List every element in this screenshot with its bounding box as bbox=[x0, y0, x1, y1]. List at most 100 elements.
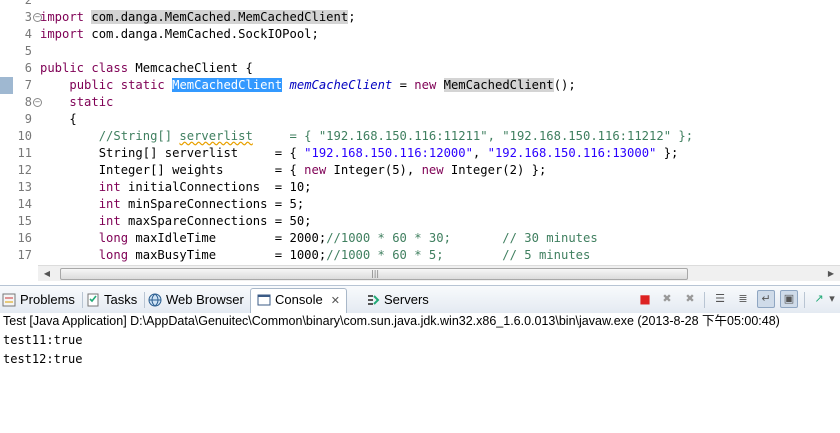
code-token: (); bbox=[553, 78, 576, 92]
remove-launch-icon[interactable]: ✖ bbox=[658, 290, 676, 308]
tab-servers[interactable]: Servers bbox=[366, 289, 429, 311]
code-line[interactable]: 8− static bbox=[0, 94, 840, 111]
code-token: long bbox=[98, 231, 129, 245]
line-number: 4 bbox=[24, 27, 32, 41]
code-token: long bbox=[98, 248, 129, 262]
console-output[interactable]: test11:true test12:true bbox=[0, 331, 840, 433]
console-title: Test [Java Application] D:\AppData\Genui… bbox=[0, 313, 840, 331]
code-token: serverlist bbox=[179, 129, 253, 143]
code-token: //String[] bbox=[98, 129, 180, 143]
line-number: 9 bbox=[24, 112, 32, 126]
tab-web-browser[interactable]: Web Browser bbox=[148, 289, 244, 311]
clear-console-icon[interactable]: ☰ bbox=[711, 290, 729, 308]
code-text: long maxIdleTime = 2000;//1000 * 60 * 30… bbox=[40, 230, 598, 247]
line-number: 5 bbox=[24, 44, 32, 58]
code-line[interactable]: 13 int initialConnections = 10; bbox=[0, 179, 840, 196]
code-token: maxSpareConnections = 50; bbox=[120, 214, 312, 228]
code-token: Integer[] weights = { bbox=[98, 163, 305, 177]
scroll-right-arrow-icon[interactable]: ▶ bbox=[824, 268, 838, 279]
line-number: 10 bbox=[17, 129, 32, 143]
scroll-lock-icon[interactable]: ≣ bbox=[734, 290, 752, 308]
code-token: maxBusyTime = 1000; bbox=[128, 248, 327, 262]
code-line[interactable]: 2 bbox=[0, 0, 840, 9]
console-line: test11:true bbox=[3, 333, 83, 347]
tab-problems[interactable]: Problems bbox=[2, 289, 75, 311]
code-line[interactable]: 4 import com.danga.MemCached.SockIOPool; bbox=[0, 26, 840, 43]
code-line[interactable]: 7 public static MemCachedClient memCache… bbox=[0, 77, 840, 94]
tab-label: Console bbox=[275, 292, 323, 307]
scroll-left-arrow-icon[interactable]: ◀ bbox=[40, 268, 54, 279]
line-number: 11 bbox=[17, 146, 32, 160]
toolbar-divider bbox=[704, 292, 705, 308]
code-line[interactable]: 11 String[] serverlist = { "192.168.150.… bbox=[0, 145, 840, 162]
scrollbar-thumb[interactable]: ||| bbox=[60, 268, 688, 280]
problems-icon bbox=[2, 293, 16, 307]
code-token: //1000 * 60 * 30; // 30 minutes bbox=[326, 231, 598, 245]
tasks-icon bbox=[87, 293, 99, 307]
tab-label: Tasks bbox=[104, 292, 138, 307]
code-line[interactable]: 14 int minSpareConnections = 5; bbox=[0, 196, 840, 213]
scrollbar-grip: ||| bbox=[371, 269, 380, 278]
code-token: public bbox=[69, 78, 114, 92]
view-menu-icon[interactable]: ▾ bbox=[826, 290, 838, 308]
code-token: //1000 * 60 * 5; // 5 minutes bbox=[326, 248, 591, 262]
code-token: new bbox=[414, 78, 437, 92]
code-line[interactable]: 5 bbox=[0, 43, 840, 60]
code-line[interactable]: 17 long maxBusyTime = 1000;//1000 * 60 *… bbox=[0, 247, 840, 264]
line-number: 2 bbox=[24, 0, 32, 7]
code-text: public static MemCachedClient memCacheCl… bbox=[40, 77, 576, 94]
code-token: MemCachedClient bbox=[443, 78, 554, 92]
code-token: }; bbox=[656, 146, 679, 160]
tab-label: Web Browser bbox=[166, 292, 244, 307]
code-token: "192.168.150.116:12000" bbox=[304, 146, 473, 160]
code-token: maxIdleTime = 2000; bbox=[128, 231, 327, 245]
code-text: //String[] serverlist = { "192.168.150.1… bbox=[40, 128, 693, 145]
code-token: public bbox=[40, 61, 85, 75]
line-number: 17 bbox=[17, 248, 32, 262]
code-line[interactable]: 9 { bbox=[0, 111, 840, 128]
code-line[interactable]: 10 //String[] serverlist = { "192.168.15… bbox=[0, 128, 840, 145]
code-line[interactable]: 6 public class MemcacheClient { bbox=[0, 60, 840, 77]
line-number: 13 bbox=[17, 180, 32, 194]
code-editor[interactable]: 2 3− import com.danga.MemCached.MemCachedC… bbox=[0, 0, 840, 266]
terminate-icon[interactable]: ■ bbox=[636, 290, 654, 308]
remove-all-terminated-icon[interactable]: ✖ bbox=[681, 290, 699, 308]
code-token: String[] serverlist = { bbox=[98, 146, 305, 160]
code-token: MemCachedClient bbox=[172, 78, 283, 92]
code-line[interactable]: 16 long maxIdleTime = 2000;//1000 * 60 *… bbox=[0, 230, 840, 247]
code-token: com.danga.MemCached.SockIOPool; bbox=[84, 27, 319, 41]
code-token: import bbox=[40, 10, 85, 24]
tab-tasks[interactable]: Tasks bbox=[86, 289, 137, 311]
line-number: 8 bbox=[24, 95, 32, 109]
code-token: { bbox=[69, 112, 77, 126]
line-number: 7 bbox=[24, 78, 32, 92]
tab-label: Servers bbox=[384, 292, 429, 307]
line-number: 15 bbox=[17, 214, 32, 228]
code-line[interactable]: 3− import com.danga.MemCached.MemCachedCl… bbox=[0, 9, 840, 26]
code-token: MemcacheClient { bbox=[128, 61, 253, 75]
code-line[interactable]: 15 int maxSpareConnections = 50; bbox=[0, 213, 840, 230]
code-token: static bbox=[120, 78, 165, 92]
line-number: 12 bbox=[17, 163, 32, 177]
line-number: 16 bbox=[17, 231, 32, 245]
code-token: = bbox=[392, 78, 415, 92]
close-icon[interactable]: ✕ bbox=[331, 290, 340, 312]
code-token: int bbox=[98, 197, 121, 211]
console-line: test12:true bbox=[3, 352, 83, 366]
code-line[interactable]: 12 Integer[] weights = { new Integer(5),… bbox=[0, 162, 840, 179]
code-token: initialConnections = 10; bbox=[120, 180, 312, 194]
tab-console[interactable]: Console ✕ bbox=[250, 288, 347, 313]
code-token: minSpareConnections = 5; bbox=[120, 197, 305, 211]
views-tab-bar: Problems Tasks Web Browser Console ✕ Serv… bbox=[0, 285, 840, 314]
pin-console-icon[interactable]: ▣ bbox=[780, 290, 798, 308]
editor-horizontal-scrollbar[interactable]: ◀ ||| ▶ bbox=[38, 265, 840, 281]
word-wrap-icon[interactable]: ↵ bbox=[757, 290, 775, 308]
